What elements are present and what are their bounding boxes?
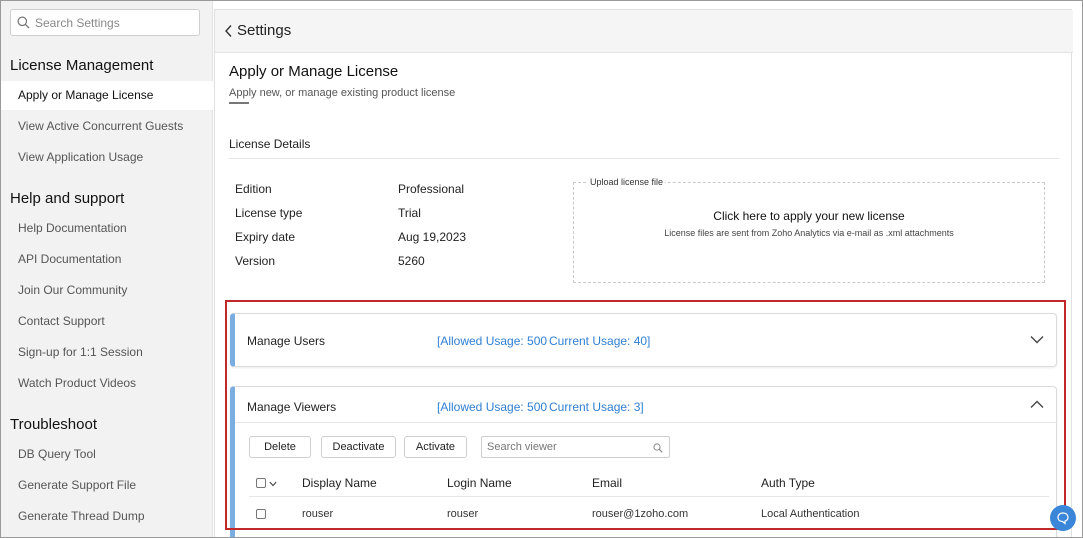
delete-button[interactable]: Delete bbox=[249, 436, 311, 458]
chevron-down-icon[interactable] bbox=[269, 481, 277, 487]
cell-auth-type: Local Authentication bbox=[761, 508, 860, 520]
upload-license-dropzone[interactable]: Upload license file Click here to apply … bbox=[573, 177, 1045, 283]
back-to-settings-button[interactable]: Settings bbox=[224, 22, 291, 39]
chevron-left-icon bbox=[225, 24, 232, 37]
search-icon bbox=[653, 443, 663, 453]
license-type-label: License type bbox=[235, 206, 303, 220]
row-checkbox[interactable] bbox=[256, 509, 266, 519]
chat-icon bbox=[1057, 512, 1069, 525]
search-icon bbox=[17, 16, 30, 29]
column-header-login-name[interactable]: Login Name bbox=[447, 476, 512, 490]
panel-header-divider bbox=[235, 422, 1057, 423]
users-allowed-usage: [Allowed Usage: 500 bbox=[437, 334, 548, 348]
select-all-checkbox[interactable] bbox=[256, 478, 266, 488]
manage-viewers-panel: Manage Viewers [Allowed Usage: 500 Curre… bbox=[230, 386, 1057, 537]
cell-login-name: rouser bbox=[447, 508, 479, 520]
viewers-allowed-usage: [Allowed Usage: 500 bbox=[437, 400, 548, 414]
viewer-search-input[interactable] bbox=[487, 439, 647, 455]
column-header-display-name[interactable]: Display Name bbox=[302, 476, 377, 490]
column-header-email[interactable]: Email bbox=[592, 476, 622, 490]
users-current-usage: Current Usage: 40] bbox=[549, 334, 651, 348]
page-subtitle: Apply new, or manage existing product li… bbox=[229, 87, 456, 99]
table-header-divider bbox=[249, 496, 1049, 497]
upload-legend: Upload license file bbox=[588, 177, 666, 187]
sidebar-item-sign-up-session[interactable]: Sign-up for 1:1 Session bbox=[1, 338, 213, 367]
version-label: Version bbox=[235, 254, 276, 268]
sidebar-item-api-documentation[interactable]: API Documentation bbox=[1, 245, 213, 274]
chevron-up-icon[interactable] bbox=[1030, 400, 1044, 409]
back-label: Settings bbox=[237, 22, 292, 39]
section-divider bbox=[229, 158, 1059, 159]
apply-license-link[interactable]: Click here to apply your new license bbox=[574, 209, 1044, 223]
sidebar-item-watch-product-videos[interactable]: Watch Product Videos bbox=[1, 369, 213, 398]
section-title-help-and-support: Help and support bbox=[10, 190, 125, 207]
cell-email: rouser@1zoho.com bbox=[592, 508, 689, 520]
edition-value: Professional bbox=[398, 182, 465, 196]
expiry-date-label: Expiry date bbox=[235, 230, 296, 244]
manage-viewers-title: Manage Viewers bbox=[247, 400, 337, 414]
license-type-value: Trial bbox=[398, 206, 421, 220]
settings-search-input[interactable] bbox=[35, 13, 195, 32]
manage-users-title: Manage Users bbox=[247, 334, 326, 348]
sidebar-item-generate-thread-dump[interactable]: Generate Thread Dump bbox=[1, 502, 213, 531]
edition-label: Edition bbox=[235, 182, 272, 196]
viewer-search-box[interactable] bbox=[481, 436, 670, 458]
sidebar-item-join-our-community[interactable]: Join Our Community bbox=[1, 276, 213, 305]
sidebar-item-contact-support[interactable]: Contact Support bbox=[1, 307, 213, 336]
section-title-troubleshoot: Troubleshoot bbox=[10, 416, 97, 433]
manage-users-panel[interactable]: Manage Users [Allowed Usage: 500 Current… bbox=[230, 313, 1057, 367]
upload-hint: License files are sent from Zoho Analyti… bbox=[664, 228, 954, 238]
column-header-auth-type[interactable]: Auth Type bbox=[761, 476, 815, 490]
app-window: License Management Apply or Manage Licen… bbox=[0, 0, 1083, 538]
sidebar-item-apply-or-manage-license[interactable]: Apply or Manage License bbox=[1, 81, 213, 110]
sidebar-item-generate-support-file[interactable]: Generate Support File bbox=[1, 471, 213, 500]
settings-search-box[interactable] bbox=[10, 9, 200, 36]
settings-sidebar: License Management Apply or Manage Licen… bbox=[1, 1, 213, 537]
version-value: 5260 bbox=[398, 254, 425, 268]
cell-display-name: rouser bbox=[302, 508, 334, 520]
page-title: Apply or Manage License bbox=[229, 63, 399, 80]
viewers-current-usage: Current Usage: 3] bbox=[549, 400, 644, 414]
sidebar-item-view-application-usage[interactable]: View Application Usage bbox=[1, 143, 213, 172]
sidebar-item-db-query-tool[interactable]: DB Query Tool bbox=[1, 440, 213, 469]
license-details-title: License Details bbox=[229, 137, 311, 151]
title-underline bbox=[229, 102, 249, 104]
sidebar-item-view-active-concurrent-guests[interactable]: View Active Concurrent Guests bbox=[1, 112, 213, 141]
main-content: Settings Apply or Manage License Apply n… bbox=[214, 9, 1073, 537]
section-title-license-management: License Management bbox=[10, 57, 154, 74]
settings-header: Settings bbox=[215, 10, 1073, 53]
chat-help-button[interactable] bbox=[1050, 505, 1076, 531]
expiry-date-value: Aug 19,2023 bbox=[398, 230, 467, 244]
activate-button[interactable]: Activate bbox=[404, 436, 467, 458]
sidebar-item-help-documentation[interactable]: Help Documentation bbox=[1, 214, 213, 243]
deactivate-button[interactable]: Deactivate bbox=[321, 436, 396, 458]
chevron-down-icon[interactable] bbox=[1030, 335, 1044, 344]
